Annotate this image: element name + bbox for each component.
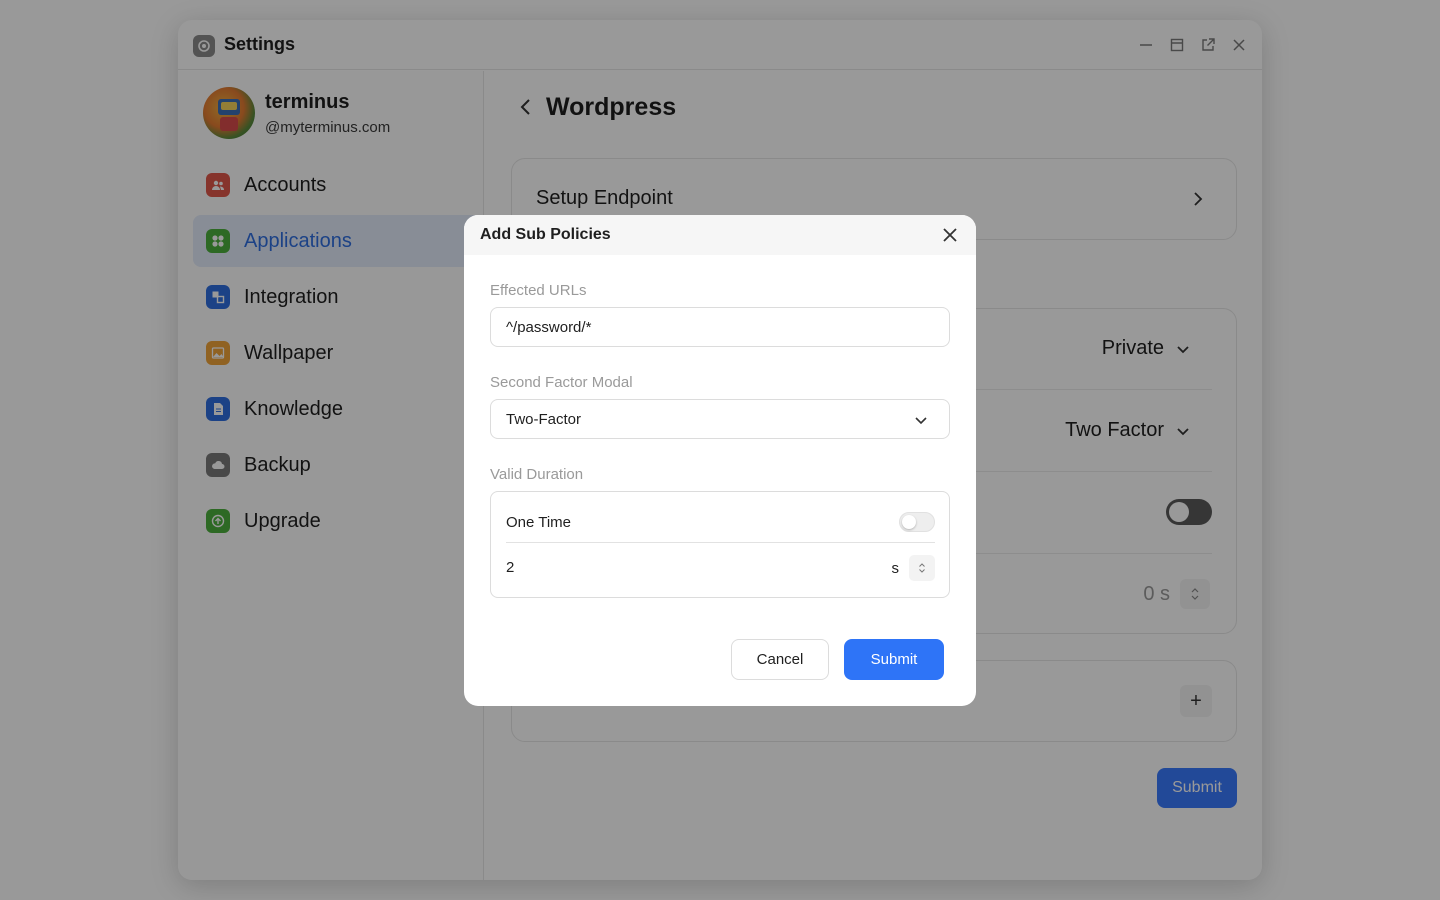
valid-duration-label: Valid Duration bbox=[490, 466, 584, 483]
submit-button[interactable]: Submit bbox=[844, 639, 944, 680]
valid-duration-box: One Time 2 s bbox=[490, 491, 950, 598]
second-factor-label: Second Factor Modal bbox=[490, 374, 633, 391]
duration-number-input[interactable]: 2 bbox=[506, 559, 514, 576]
duration-divider bbox=[506, 542, 935, 543]
cancel-button[interactable]: Cancel bbox=[731, 639, 829, 680]
one-time-toggle[interactable] bbox=[899, 512, 935, 532]
duration-unit: s bbox=[891, 560, 900, 577]
effected-urls-value: ^/password/* bbox=[506, 318, 592, 336]
effected-urls-label: Effected URLs bbox=[490, 282, 587, 299]
effected-urls-input[interactable]: ^/password/* bbox=[490, 307, 950, 347]
dialog-title: Add Sub Policies bbox=[480, 226, 611, 243]
one-time-label: One Time bbox=[506, 514, 572, 531]
add-sub-policies-dialog: Add Sub Policies Effected URLs ^/passwor… bbox=[464, 215, 976, 706]
dialog-header: Add Sub Policies bbox=[464, 215, 976, 255]
second-factor-select[interactable]: Two-Factor bbox=[490, 399, 950, 439]
chevron-down-icon bbox=[919, 569, 925, 573]
second-factor-value: Two-Factor bbox=[506, 410, 582, 428]
duration-stepper[interactable] bbox=[909, 555, 935, 581]
chevron-down-icon bbox=[915, 417, 927, 425]
close-icon[interactable] bbox=[940, 225, 960, 245]
